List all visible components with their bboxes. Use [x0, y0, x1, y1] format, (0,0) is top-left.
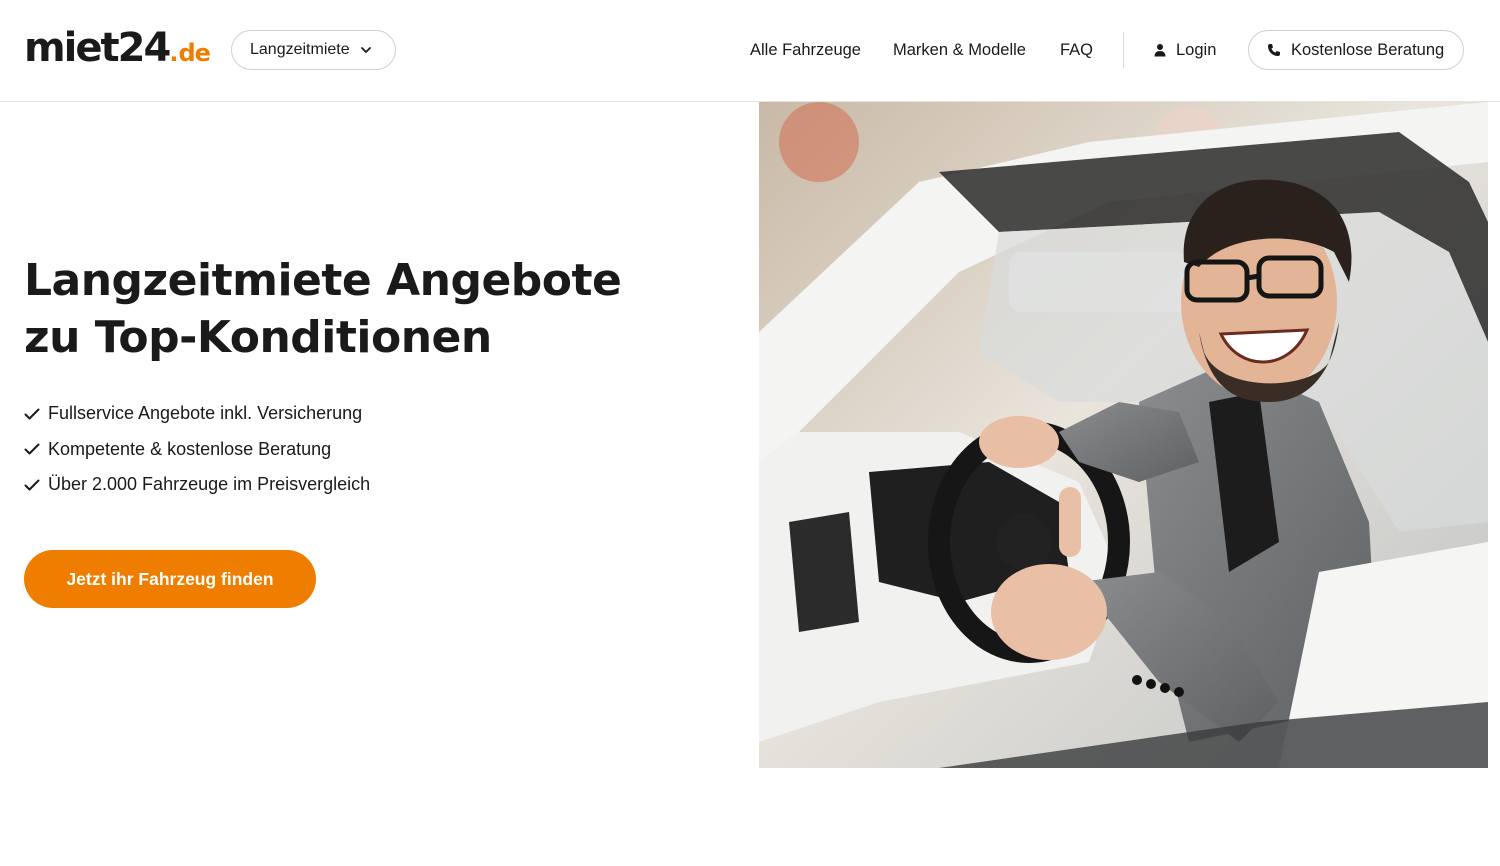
site-header: miet24 . de Langzeitmiete Alle Fahrzeuge… [0, 0, 1500, 102]
nav-alle-fahrzeuge[interactable]: Alle Fahrzeuge [750, 41, 861, 60]
feature-text: Über 2.000 Fahrzeuge im Preisvergleich [48, 474, 371, 495]
find-vehicle-button[interactable]: Jetzt ihr Fahrzeug finden [24, 550, 316, 608]
consult-label: Kostenlose Beratung [1291, 40, 1445, 59]
nav-faq[interactable]: FAQ [1060, 41, 1093, 60]
chevron-down-icon [360, 47, 371, 53]
hero-title-line2: zu Top-Konditionen [24, 312, 492, 363]
category-select-value: Langzeitmiete [250, 41, 350, 58]
check-icon [24, 408, 40, 420]
logo[interactable]: miet24 . de [24, 25, 211, 71]
feature-list: Fullservice Angebote inkl. Versicherung … [24, 396, 370, 503]
login-label: Login [1176, 40, 1217, 59]
hero-title: Langzeitmiete Angebote zu Top-Konditione… [24, 252, 724, 366]
hero-title-line1: Langzeitmiete Angebote [24, 255, 622, 306]
logo-wordmark: miet24 [24, 25, 171, 71]
login-link[interactable]: Login [1153, 38, 1216, 62]
nav-marken-modelle[interactable]: Marken & Modelle [893, 41, 1026, 60]
feature-item: Kompetente & kostenlose Beratung [24, 432, 370, 468]
category-select[interactable]: Langzeitmiete [231, 30, 396, 70]
feature-item: Über 2.000 Fahrzeuge im Preisvergleich [24, 467, 370, 503]
user-icon [1154, 44, 1166, 57]
feature-text: Fullservice Angebote inkl. Versicherung [48, 403, 363, 424]
nav-divider [1123, 32, 1124, 68]
hero-photo [759, 102, 1488, 768]
check-icon [24, 443, 40, 455]
feature-text: Kompetente & kostenlose Beratung [48, 438, 332, 459]
feature-item: Fullservice Angebote inkl. Versicherung [24, 396, 370, 432]
logo-dot: . [169, 39, 179, 67]
check-icon [24, 479, 40, 491]
logo-suffix: de [178, 39, 210, 67]
phone-icon [1268, 44, 1280, 56]
hero-photo-illustration [759, 102, 1488, 768]
consult-button[interactable]: Kostenlose Beratung [1248, 30, 1464, 70]
